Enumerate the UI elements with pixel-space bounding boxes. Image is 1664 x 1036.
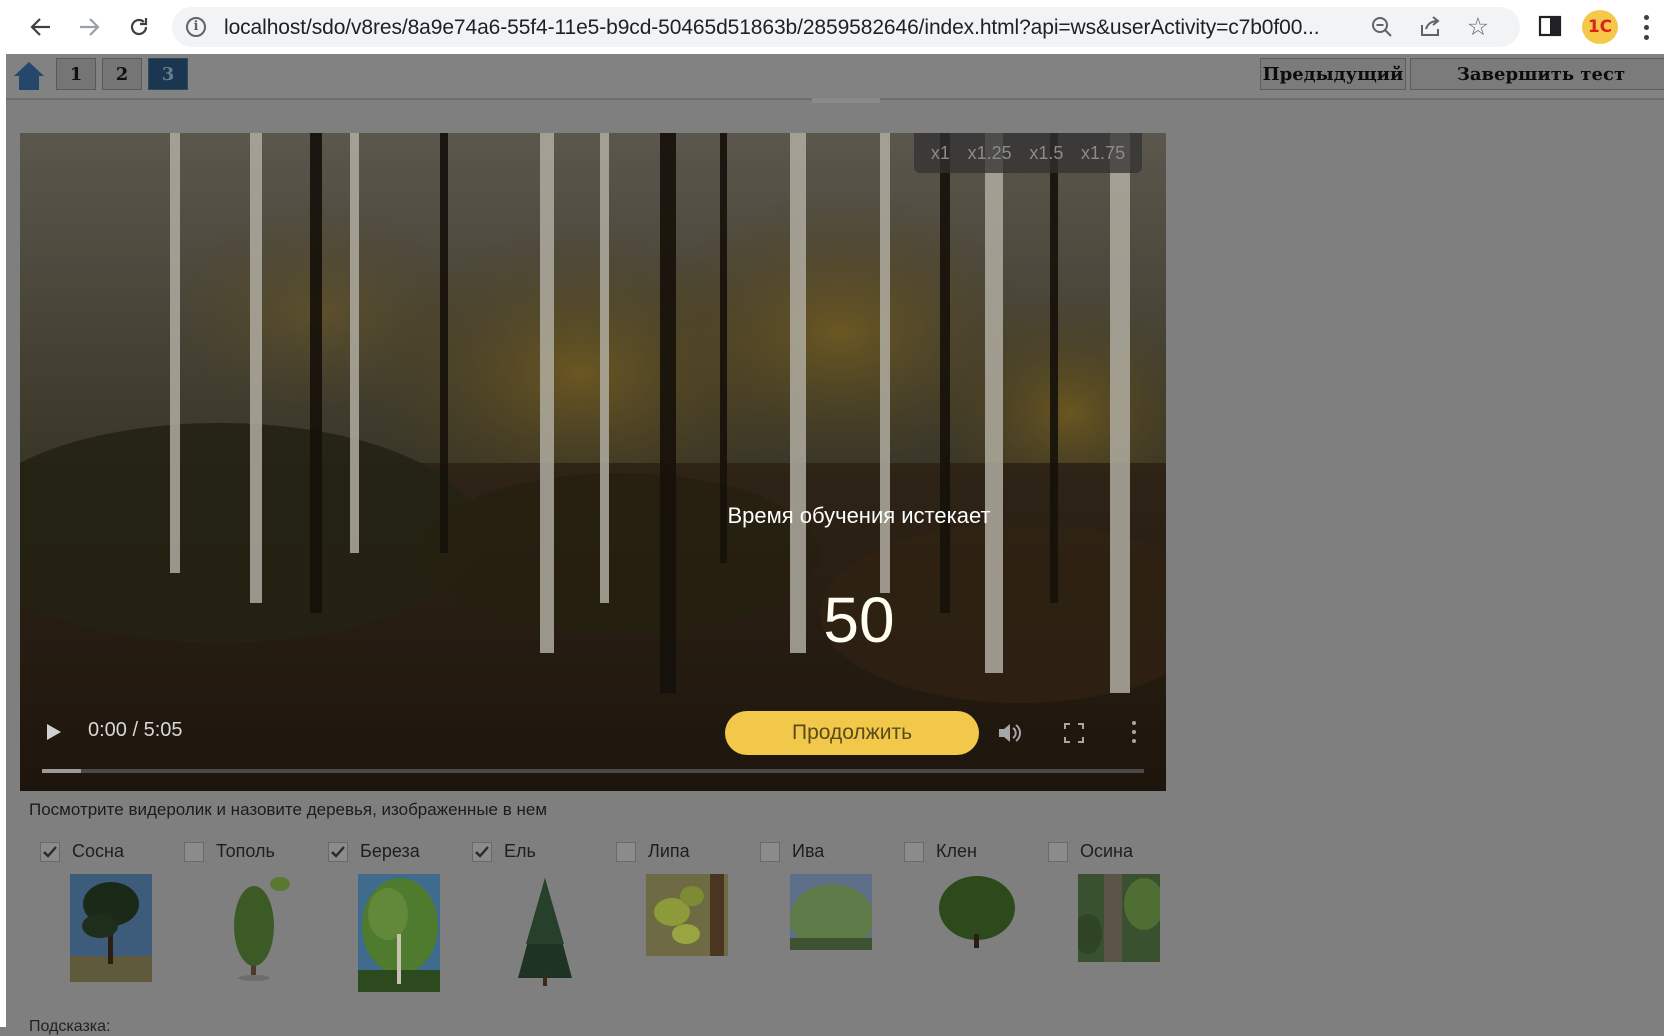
option-label[interactable]: Ель <box>504 841 536 862</box>
option-label[interactable]: Сосна <box>72 841 124 862</box>
test-page: 123 Предыдущий Завершить тест x1 x1.25 x… <box>6 54 1664 1035</box>
site-info-icon[interactable]: i <box>186 17 206 37</box>
question-number-3[interactable]: 3 <box>148 58 188 90</box>
back-arrow-icon[interactable] <box>24 10 58 44</box>
option-aspen-tree[interactable]: Осина <box>1048 840 1184 1000</box>
speed-option-1-25[interactable]: x1.25 <box>968 143 1012 164</box>
option-label[interactable]: Осина <box>1080 841 1133 862</box>
previous-button[interactable]: Предыдущий <box>1260 58 1406 90</box>
option-pine-tree[interactable]: Сосна <box>40 840 176 1000</box>
option-label[interactable]: Липа <box>648 841 690 862</box>
video-controls: 0:00 / 5:05 Продолжить <box>20 701 1166 791</box>
option-checkbox[interactable] <box>616 842 636 862</box>
spruce-tree-image <box>504 874 586 997</box>
check-icon <box>475 846 489 858</box>
option-checkbox[interactable] <box>184 842 204 862</box>
option-spruce-tree[interactable]: Ель <box>472 840 608 1000</box>
option-checkbox[interactable] <box>1048 842 1068 862</box>
playback-time: 0:00 / 5:05 <box>88 719 183 741</box>
willow-tree-image <box>790 874 874 955</box>
panel-resize-handle[interactable] <box>812 98 880 103</box>
fullscreen-icon[interactable] <box>1064 723 1084 743</box>
pine-tree-image <box>70 874 152 989</box>
option-checkbox[interactable] <box>40 842 60 862</box>
test-toolbar: 123 Предыдущий Завершить тест <box>6 54 1664 100</box>
browser-menu-icon[interactable] <box>1636 12 1656 42</box>
linden-leaves-image <box>646 874 728 961</box>
forward-arrow-icon[interactable] <box>72 10 106 44</box>
play-icon[interactable] <box>42 721 66 743</box>
1c-extension-icon[interactable]: 1С <box>1582 10 1618 44</box>
forest-video-frame <box>20 133 1166 791</box>
question-number-2[interactable]: 2 <box>102 58 142 90</box>
question-text: Посмотрите видеролик и назовите деревья,… <box>29 800 548 819</box>
volume-icon[interactable] <box>996 721 1022 745</box>
finish-test-button[interactable]: Завершить тест <box>1410 58 1664 90</box>
option-linden-leaves[interactable]: Липа <box>616 840 752 1000</box>
option-willow-tree[interactable]: Ива <box>760 840 896 1000</box>
video-progress-fill <box>42 769 81 773</box>
option-checkbox[interactable] <box>904 842 924 862</box>
speed-option-1[interactable]: x1 <box>931 143 950 164</box>
continue-button[interactable]: Продолжить <box>725 711 979 755</box>
option-checkbox[interactable] <box>328 842 348 862</box>
option-maple-tree[interactable]: Клен <box>904 840 1040 1000</box>
maple-tree-image <box>936 874 1018 955</box>
more-options-icon[interactable] <box>1130 719 1138 745</box>
option-label[interactable]: Тополь <box>216 841 275 862</box>
option-birch-tree[interactable]: Береза <box>328 840 464 1000</box>
url-text[interactable]: localhost/sdo/v8res/8a9e74a6-55f4-11e5-b… <box>224 16 1334 40</box>
option-label[interactable]: Клен <box>936 841 977 862</box>
hint-label: Подсказка: <box>29 1018 111 1035</box>
video-progress-bar[interactable] <box>42 769 1144 773</box>
video-player[interactable]: x1 x1.25 x1.5 x1.75 Время обучения истек… <box>20 133 1166 791</box>
home-icon[interactable] <box>12 59 46 93</box>
check-icon <box>331 846 345 858</box>
session-timeout-title: Время обучения истекает <box>727 503 991 528</box>
answer-options: Сосна Тополь Береза Ель Липа Ива Клен Осина <box>6 840 1206 1010</box>
speed-option-1-75[interactable]: x1.75 <box>1081 143 1125 164</box>
share-icon[interactable] <box>1416 13 1444 41</box>
speed-option-1-5[interactable]: x1.5 <box>1029 143 1063 164</box>
option-poplar-tree[interactable]: Тополь <box>184 840 320 1000</box>
playback-speed-bar: x1 x1.25 x1.5 x1.75 <box>914 133 1142 173</box>
bookmark-star-icon[interactable]: ☆ <box>1464 13 1492 41</box>
browser-toolbar: i localhost/sdo/v8res/8a9e74a6-55f4-11e5… <box>0 0 1664 54</box>
reload-icon[interactable] <box>122 10 156 44</box>
option-checkbox[interactable] <box>472 842 492 862</box>
poplar-tree-image <box>214 874 296 989</box>
address-bar[interactable]: i localhost/sdo/v8res/8a9e74a6-55f4-11e5… <box>172 7 1520 47</box>
check-icon <box>43 846 57 858</box>
option-label[interactable]: Ива <box>792 841 824 862</box>
birch-tree-image <box>358 874 440 997</box>
aspen-tree-image <box>1074 874 1164 967</box>
zoom-out-icon[interactable] <box>1368 13 1396 41</box>
option-label[interactable]: Береза <box>360 841 420 862</box>
option-checkbox[interactable] <box>760 842 780 862</box>
question-number-1[interactable]: 1 <box>56 58 96 90</box>
countdown-timer: 50 <box>823 584 895 656</box>
side-panel-icon[interactable] <box>1538 14 1562 38</box>
